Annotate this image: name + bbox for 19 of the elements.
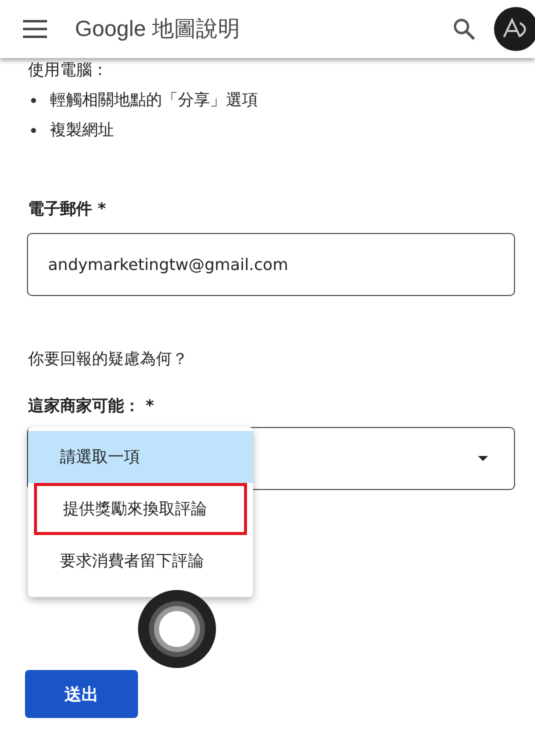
page-title: Google 地圖說明: [75, 15, 240, 43]
bullet-text: 輕觸相關地點的「分享」選項: [50, 89, 258, 111]
business-label: 這家商家可能： *: [28, 396, 155, 417]
bullet-icon: [31, 128, 36, 132]
dropdown-option[interactable]: 提供獎勵來換取評論: [34, 483, 247, 535]
question-text: 你要回報的疑慮為何？: [28, 348, 189, 370]
dropdown-option[interactable]: 要求消費者留下評論: [28, 535, 253, 587]
assistive-touch-icon[interactable]: [138, 590, 216, 668]
email-field[interactable]: andymarketingtw@gmail.com: [27, 233, 515, 296]
submit-button[interactable]: 送出: [25, 670, 138, 718]
avatar-icon[interactable]: [494, 7, 535, 51]
search-icon[interactable]: [452, 17, 476, 41]
bullet-text: 複製網址: [50, 119, 114, 141]
bullet-icon: [31, 98, 36, 102]
email-label: 電子郵件 *: [28, 199, 107, 220]
dropdown-option[interactable]: 請選取一項: [28, 431, 253, 483]
menu-icon[interactable]: [23, 20, 47, 38]
intro-heading: 使用電腦：: [28, 59, 109, 81]
caret-icon: [478, 456, 488, 461]
